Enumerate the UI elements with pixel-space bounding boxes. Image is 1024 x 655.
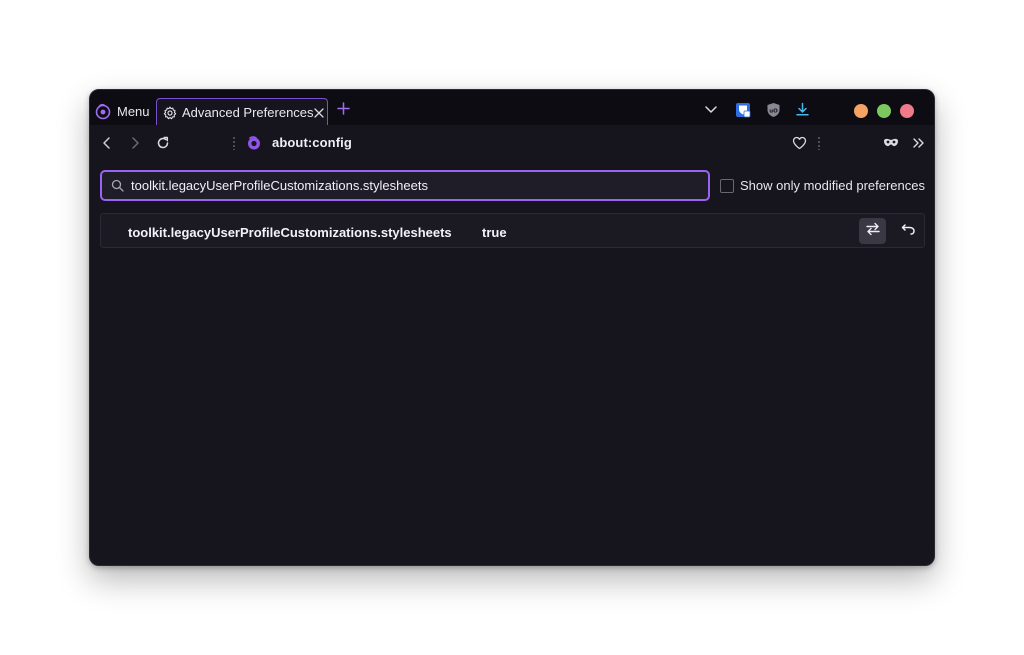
- search-field[interactable]: [100, 170, 710, 201]
- tab-bar: Menu Advanced Preferences uO: [90, 90, 934, 126]
- window-controls: [854, 104, 914, 118]
- toolbar-separator: [233, 136, 235, 150]
- private-mask-icon[interactable]: [882, 134, 900, 152]
- tab-advanced-preferences[interactable]: Advanced Preferences: [156, 98, 328, 126]
- list-all-tabs-icon[interactable]: [704, 102, 718, 116]
- firefox-icon: [245, 134, 263, 152]
- back-icon[interactable]: [98, 134, 116, 152]
- gear-icon: [163, 106, 177, 120]
- minimize-button[interactable]: [854, 104, 868, 118]
- reload-icon[interactable]: [154, 134, 172, 152]
- heart-icon[interactable]: [790, 134, 808, 152]
- search-input[interactable]: [131, 178, 708, 193]
- search-icon: [111, 179, 124, 192]
- svg-text:uO: uO: [769, 109, 778, 115]
- preference-value: true: [482, 225, 507, 240]
- toggle-button[interactable]: [859, 218, 886, 244]
- checkbox[interactable]: [720, 178, 734, 193]
- undo-icon: [901, 222, 916, 240]
- table-row: toolkit.legacyUserProfileCustomizations.…: [100, 213, 925, 248]
- toolbar-separator: [818, 136, 820, 150]
- tab-title: Advanced Preferences: [182, 105, 314, 120]
- toggle-icon: [865, 222, 881, 241]
- download-icon[interactable]: [795, 102, 810, 117]
- navigation-bar: about:config: [90, 125, 934, 161]
- browser-window: Menu Advanced Preferences uO about:confi…: [89, 89, 935, 566]
- new-tab-button[interactable]: [335, 102, 351, 120]
- preference-name: toolkit.legacyUserProfileCustomizations.…: [128, 225, 452, 240]
- maximize-button[interactable]: [877, 104, 891, 118]
- show-modified-checkbox[interactable]: Show only modified preferences: [720, 178, 925, 193]
- plus-icon: [336, 102, 350, 120]
- ublock-origin-icon[interactable]: uO: [766, 102, 781, 118]
- show-modified-label: Show only modified preferences: [740, 178, 925, 193]
- close-tab-icon[interactable]: [313, 107, 324, 118]
- firefox-menu-icon: [94, 102, 112, 120]
- reset-button[interactable]: [896, 218, 920, 244]
- menu-button[interactable]: Menu: [94, 101, 150, 121]
- menu-label: Menu: [117, 103, 150, 119]
- bitwarden-icon[interactable]: [735, 102, 751, 118]
- forward-icon[interactable]: [126, 134, 144, 152]
- url-bar[interactable]: about:config: [272, 135, 352, 150]
- close-window-button[interactable]: [900, 104, 914, 118]
- overflow-menu-icon[interactable]: [910, 134, 928, 152]
